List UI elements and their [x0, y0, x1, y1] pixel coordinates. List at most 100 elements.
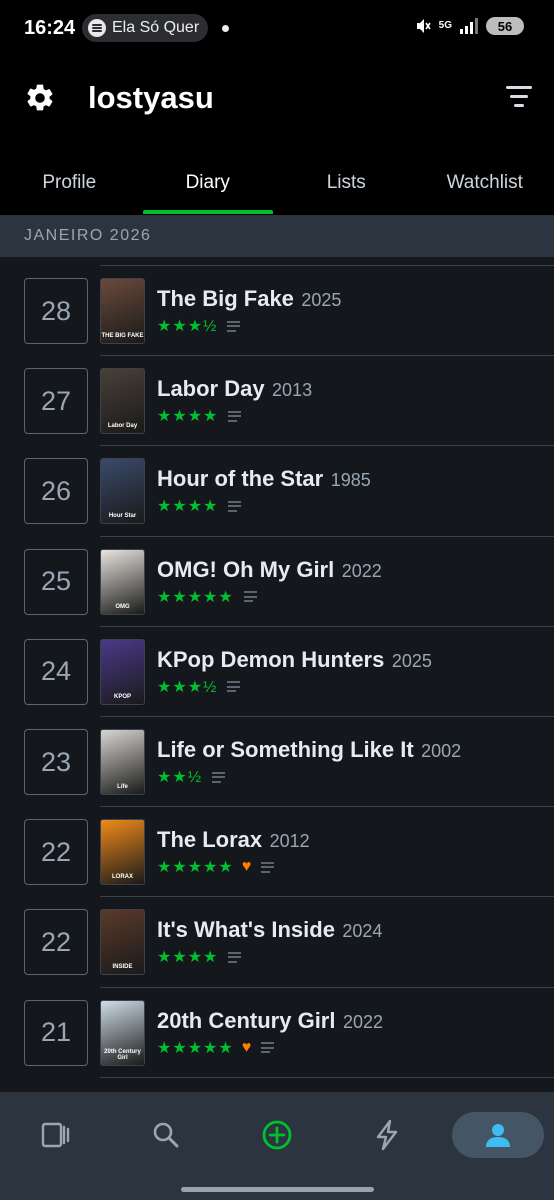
- entry-info: Hour of the Star 1985 ★★★★: [157, 466, 550, 515]
- film-year: 2013: [272, 380, 313, 401]
- entry-day: 27: [24, 368, 88, 435]
- entry-divider: [100, 896, 554, 898]
- entry-info: Labor Day 2013 ★★★★: [157, 376, 550, 425]
- entry-info: 20th Century Girl 2022 ★★★★★ ♥: [157, 1008, 550, 1057]
- poster-text: LORAX: [112, 874, 133, 881]
- diary-entry[interactable]: 23 Life Life or Something Like It 2002 ★…: [0, 708, 554, 798]
- star-rating: ★★★★: [157, 949, 219, 967]
- star-rating: ★★★½: [157, 318, 218, 335]
- entry-day: 22: [24, 909, 88, 976]
- film-poster[interactable]: LORAX: [100, 819, 145, 886]
- review-icon: [228, 500, 242, 512]
- film-year: 2012: [269, 831, 310, 852]
- nav-add-log[interactable]: [231, 1112, 323, 1158]
- entry-divider: [100, 986, 554, 988]
- diary-entry[interactable]: 26 Hour Star Hour of the Star 1985 ★★★★: [0, 437, 554, 527]
- nav-films[interactable]: [10, 1112, 102, 1158]
- diary-list: 28 THE BIG FAKE The Big Fake 2025 ★★★½ 2…: [0, 257, 554, 1092]
- star-rating: ★★★½: [157, 678, 218, 696]
- diary-entry[interactable]: 24 KPOP KPop Demon Hunters 2025 ★★★½: [0, 618, 554, 708]
- film-poster[interactable]: THE BIG FAKE: [100, 278, 145, 344]
- entry-info: The Big Fake 2025 ★★★½: [157, 286, 550, 335]
- film-year: 2025: [391, 650, 432, 671]
- film-title[interactable]: OMG! Oh My Girl: [157, 557, 334, 582]
- month-section-header: JANEIRO 2026: [0, 215, 554, 257]
- entry-info: The Lorax 2012 ★★★★★ ♥: [157, 827, 550, 876]
- add-log-icon: [262, 1120, 292, 1150]
- nav-search[interactable]: [120, 1112, 212, 1158]
- tab-lists[interactable]: Lists: [277, 150, 416, 214]
- film-poster[interactable]: KPOP: [100, 638, 145, 705]
- review-icon: [228, 410, 242, 422]
- entry-divider: [100, 445, 554, 447]
- poster-text: THE BIG FAKE: [101, 333, 144, 339]
- entry-divider: [100, 355, 554, 357]
- film-title[interactable]: It's What's Inside: [157, 917, 335, 942]
- profile-username: lostyasu: [88, 80, 214, 115]
- film-title[interactable]: The Lorax: [157, 827, 262, 852]
- entry-day: 25: [24, 548, 88, 615]
- entry-day: 21: [24, 999, 88, 1066]
- entry-divider: [100, 535, 554, 537]
- poster-text: 20th Century Girl: [104, 1048, 141, 1061]
- film-poster[interactable]: OMG: [100, 548, 145, 615]
- film-poster[interactable]: 20th Century Girl: [100, 999, 145, 1066]
- diary-entry[interactable]: 28 THE BIG FAKE The Big Fake 2025 ★★★½: [0, 257, 554, 347]
- mute-icon: [416, 19, 431, 33]
- film-title[interactable]: KPop Demon Hunters: [157, 647, 384, 672]
- gear-icon[interactable]: [24, 82, 56, 114]
- heart-icon: ♥: [241, 1038, 252, 1056]
- entry-day: 28: [24, 278, 88, 344]
- poster-text: Hour Star: [108, 513, 137, 520]
- review-icon: [227, 681, 241, 693]
- entry-day: 23: [24, 729, 88, 795]
- review-icon: [261, 861, 275, 873]
- home-indicator[interactable]: [181, 1187, 374, 1192]
- poster-text: Life: [117, 784, 128, 790]
- film-poster[interactable]: INSIDE: [100, 909, 145, 976]
- film-year: 2025: [301, 290, 342, 310]
- heart-icon: ♥: [241, 858, 252, 876]
- star-rating: ★★★★★: [157, 859, 234, 877]
- poster-text: KPOP: [113, 693, 131, 700]
- diary-entry[interactable]: 27 Labor Day Labor Day 2013 ★★★★: [0, 347, 554, 437]
- entry-divider: [100, 1076, 554, 1078]
- now-playing-chip[interactable]: Ela Só Quer: [82, 14, 208, 42]
- notification-dot-icon: [222, 25, 229, 32]
- review-icon: [227, 320, 241, 332]
- entry-divider: [100, 625, 554, 627]
- tab-watchlist[interactable]: Watchlist: [416, 150, 554, 214]
- entry-divider: [100, 806, 554, 808]
- star-rating: ★★★★: [157, 408, 219, 426]
- entry-info: Life or Something Like It 2002 ★★½: [157, 737, 550, 786]
- nav-profile[interactable]: [452, 1112, 544, 1158]
- diary-entry[interactable]: 22 INSIDE It's What's Inside 2024 ★★★★: [0, 888, 554, 978]
- activity-icon: [376, 1119, 398, 1151]
- profile-tabs: Profile Diary Lists Watchlist: [0, 150, 554, 214]
- film-title[interactable]: Life or Something Like It: [157, 737, 414, 762]
- tab-diary[interactable]: Diary: [139, 150, 278, 214]
- film-title[interactable]: 20th Century Girl: [157, 1008, 335, 1033]
- film-poster[interactable]: Hour Star: [100, 458, 145, 525]
- entry-day: 24: [24, 638, 88, 705]
- filter-icon[interactable]: [504, 86, 534, 110]
- spotify-icon: [88, 19, 106, 37]
- entry-info: OMG! Oh My Girl 2022 ★★★★★: [157, 557, 550, 606]
- diary-entry[interactable]: 22 LORAX The Lorax 2012 ★★★★★ ♥: [0, 798, 554, 888]
- review-icon: [212, 771, 226, 783]
- film-title[interactable]: The Big Fake: [157, 286, 294, 311]
- tab-profile[interactable]: Profile: [0, 150, 139, 214]
- film-year: 2024: [342, 921, 383, 942]
- diary-entry[interactable]: 25 OMG OMG! Oh My Girl 2022 ★★★★★: [0, 528, 554, 618]
- nav-activity[interactable]: [341, 1112, 433, 1158]
- entry-divider: [100, 716, 554, 717]
- star-rating: ★★★★★: [157, 588, 234, 606]
- review-icon: [228, 951, 242, 963]
- diary-entry[interactable]: 21 20th Century Girl 20th Century Girl 2…: [0, 979, 554, 1069]
- film-poster[interactable]: Life: [100, 729, 145, 795]
- film-poster[interactable]: Labor Day: [100, 368, 145, 435]
- battery-icon: 56: [486, 17, 524, 35]
- poster-text: Labor Day: [107, 423, 138, 430]
- film-title[interactable]: Hour of the Star: [157, 466, 323, 491]
- film-title[interactable]: Labor Day: [157, 376, 265, 401]
